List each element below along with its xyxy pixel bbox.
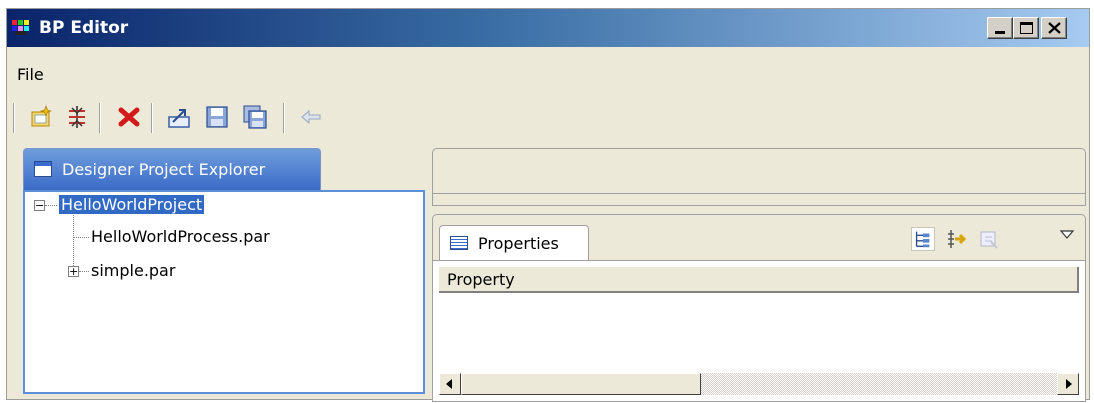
deploy-icon[interactable] (65, 105, 89, 129)
scroll-left-button[interactable] (439, 373, 461, 395)
explorer-tab-label: Designer Project Explorer (62, 160, 266, 179)
properties-panel: Properties Property (432, 214, 1086, 402)
back-icon[interactable] (299, 105, 323, 129)
maximize-icon (1020, 22, 1033, 34)
expand-toggle[interactable]: + (68, 266, 79, 277)
properties-view-icon (450, 236, 468, 250)
minimize-button[interactable] (987, 17, 1013, 39)
project-tree[interactable]: − HelloWorldProject HelloWorldProcess.pa… (23, 190, 425, 394)
maximize-button[interactable] (1013, 17, 1039, 39)
show-categories-icon[interactable] (911, 227, 935, 251)
tab-designer-project-explorer[interactable]: Designer Project Explorer (23, 148, 321, 190)
minimize-icon (995, 31, 1005, 34)
close-button[interactable] (1041, 17, 1067, 39)
tree-connector (79, 271, 89, 272)
tab-properties[interactable]: Properties (439, 225, 589, 261)
title-bar[interactable]: BP Editor (7, 9, 1089, 47)
collapse-toggle[interactable]: − (34, 200, 45, 211)
delete-icon[interactable] (117, 105, 141, 129)
tree-node-root[interactable]: HelloWorldProject (59, 195, 205, 214)
bp-editor-window: BP Editor File Designer Project Explorer… (6, 8, 1090, 402)
tree-connector (73, 237, 89, 238)
project-explorer-panel: Designer Project Explorer − HelloWorldPr… (23, 148, 425, 394)
arrow-right-icon (1066, 379, 1072, 389)
column-header-property[interactable]: Property (439, 267, 1079, 293)
properties-tabbar: Properties (432, 214, 1086, 261)
editor-area (432, 148, 1086, 206)
app-icon (12, 20, 29, 35)
scrollbar-thumb[interactable] (461, 373, 701, 395)
tree-node-simple-par[interactable]: simple.par (91, 261, 175, 280)
toolbar-separator (151, 103, 153, 133)
properties-table: Property (432, 260, 1086, 402)
menu-bar: File (7, 63, 1089, 87)
restore-default-icon[interactable] (977, 227, 1001, 251)
toolbar-separator (13, 103, 15, 133)
editor-area-divider (433, 193, 1085, 194)
view-menu-icon[interactable] (1057, 225, 1077, 245)
toolbar (7, 97, 1089, 137)
close-icon (1048, 22, 1061, 34)
explorer-view-icon (34, 161, 52, 177)
arrow-left-icon (446, 379, 452, 389)
column-header-label: Property (447, 270, 515, 289)
new-project-icon[interactable] (29, 105, 53, 129)
toolbar-separator (283, 103, 285, 133)
show-advanced-icon[interactable] (945, 227, 969, 251)
horizontal-scrollbar[interactable] (439, 373, 1079, 395)
window-title: BP Editor (39, 18, 129, 38)
export-icon[interactable] (167, 105, 191, 129)
tree-connector (45, 205, 57, 206)
toolbar-separator (99, 103, 101, 133)
properties-tab-label: Properties (478, 234, 559, 253)
save-icon[interactable] (205, 105, 229, 129)
scroll-right-button[interactable] (1057, 373, 1079, 395)
menu-file[interactable]: File (17, 65, 44, 84)
tree-node-helloworldprocess[interactable]: HelloWorldProcess.par (91, 227, 270, 246)
save-all-icon[interactable] (243, 105, 267, 129)
